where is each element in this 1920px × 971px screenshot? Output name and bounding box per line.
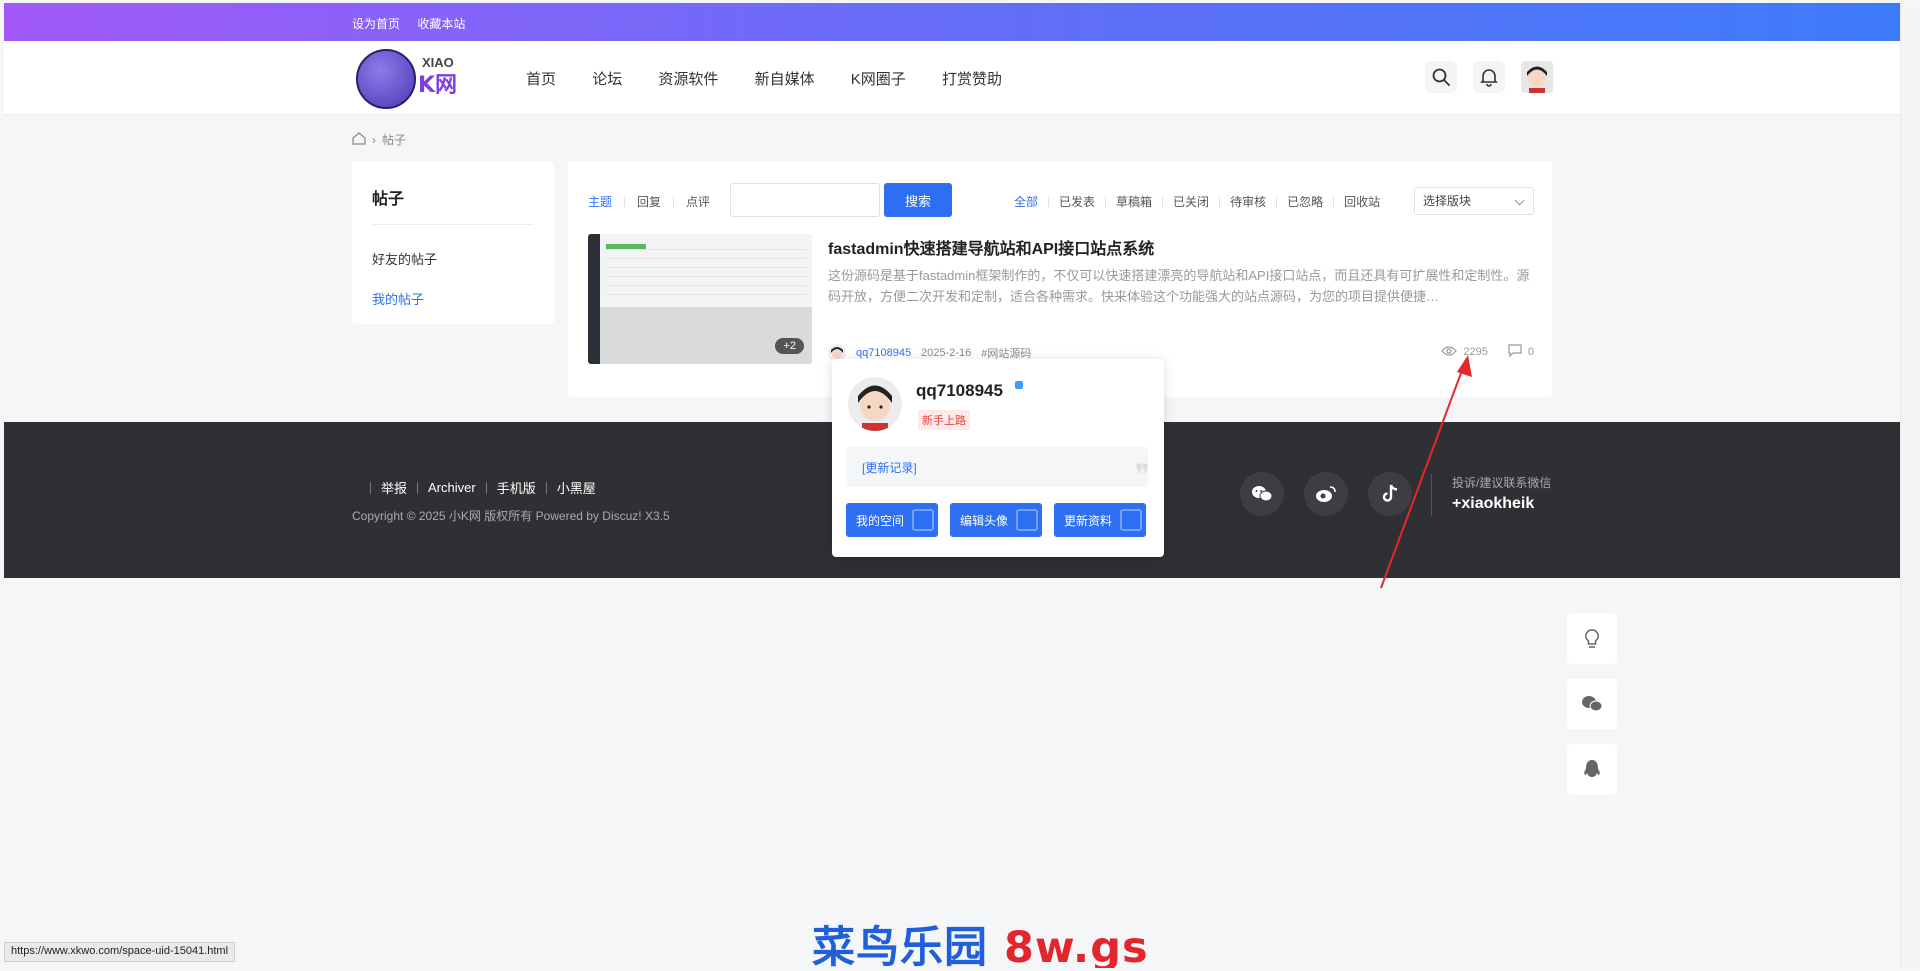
- nav-item-home[interactable]: 首页: [526, 71, 556, 88]
- footer-links: 举报 Archiver 手机版 小黑屋: [360, 478, 596, 497]
- tab-threads[interactable]: 主题: [588, 193, 612, 210]
- home-icon[interactable]: [352, 131, 366, 148]
- watermark-en: 8w.gs: [1003, 923, 1149, 968]
- watermark: 菜鸟乐园 8w.gs: [812, 913, 1149, 968]
- qq-icon[interactable]: [1567, 744, 1617, 794]
- footer-link-archiver[interactable]: Archiver: [428, 480, 476, 495]
- sidebar-divider: [372, 224, 534, 225]
- user-popup-card: qq7108945 新手上路 [更新记录] ❞ 我的空间 编辑头像 更新资料: [832, 359, 1164, 557]
- post-thumbnail[interactable]: +2: [588, 234, 812, 364]
- search-input[interactable]: [730, 183, 880, 217]
- update-profile-button[interactable]: 更新资料: [1054, 503, 1146, 537]
- tab-drafts[interactable]: 草稿箱: [1116, 193, 1152, 210]
- lightbulb-icon[interactable]: [1567, 614, 1617, 664]
- tab-closed[interactable]: 已关闭: [1173, 193, 1209, 210]
- bookmark-site-link[interactable]: 收藏本站: [417, 17, 465, 31]
- sidebar-item-my-posts[interactable]: 我的帖子: [372, 289, 424, 308]
- breadcrumb-separator: ›: [372, 132, 376, 147]
- user-avatar[interactable]: [1521, 61, 1553, 93]
- header: XIAO K网 首页 论坛 资源软件 新自媒体 K网圈子 打赏赞助: [4, 41, 1900, 115]
- weibo-icon[interactable]: [1304, 472, 1348, 516]
- nav-item-donate[interactable]: 打赏赞助: [942, 71, 1002, 88]
- footer-link-mobile[interactable]: 手机版: [497, 478, 536, 497]
- author-name[interactable]: qq7108945: [856, 347, 911, 359]
- edit-avatar-button[interactable]: 编辑头像: [950, 503, 1042, 537]
- post-description: 这份源码是基于fastadmin框架制作的，不仅可以快速搭建漂亮的导航站和API…: [828, 268, 1530, 304]
- update-profile-label: 更新资料: [1064, 513, 1113, 528]
- forum-select-label: 选择版块: [1423, 194, 1472, 208]
- top-bar: 设为首页 收藏本站: [4, 3, 1900, 41]
- logo-text: K网: [418, 73, 458, 98]
- bell-icon[interactable]: [1473, 61, 1505, 93]
- footer-link-report[interactable]: 举报: [381, 478, 407, 497]
- my-space-label: 我的空间: [856, 513, 905, 528]
- chevron-down-icon: [1514, 195, 1525, 206]
- page: 设为首页 收藏本站 XIAO K网 首页 论坛 资源软件 新自媒体 K网圈子 打…: [4, 3, 1900, 968]
- post-date: 2025-2-16: [921, 347, 972, 359]
- edit-avatar-label: 编辑头像: [960, 513, 1009, 528]
- footer-link-blackroom[interactable]: 小黑屋: [557, 478, 596, 497]
- popup-avatar[interactable]: [848, 377, 902, 431]
- popup-username[interactable]: qq7108945: [916, 381, 1003, 401]
- logo-emblem: [356, 49, 416, 109]
- nav-item-resources[interactable]: 资源软件: [658, 71, 718, 88]
- nav-item-media[interactable]: 新自媒体: [755, 71, 815, 88]
- breadcrumb-current: 帖子: [382, 133, 407, 147]
- comment-count: 0: [1527, 346, 1534, 358]
- sidebar-item-friends-posts[interactable]: 好友的帖子: [372, 249, 437, 268]
- tab-comments[interactable]: 点评: [686, 193, 710, 210]
- forum-select[interactable]: 选择版块: [1414, 187, 1534, 215]
- thumbnail-count-badge: +2: [775, 338, 804, 354]
- status-bar-url: https://www.xkwo.com/space-uid-15041.htm…: [4, 942, 236, 962]
- tab-pending[interactable]: 待审核: [1230, 193, 1266, 210]
- site-logo[interactable]: XIAO K网: [356, 49, 476, 109]
- nav-item-forum[interactable]: 论坛: [592, 71, 622, 88]
- wechat-icon[interactable]: [1240, 472, 1284, 516]
- nav-item-circle[interactable]: K网圈子: [851, 71, 906, 88]
- tab-replies[interactable]: 回复: [637, 193, 661, 210]
- search-icon[interactable]: [1425, 61, 1457, 93]
- scrollbar[interactable]: [1900, 3, 1920, 968]
- tab-all[interactable]: 全部: [1014, 193, 1038, 210]
- tab-published[interactable]: 已发表: [1059, 193, 1095, 210]
- main-nav: 首页 论坛 资源软件 新自媒体 K网圈子 打赏赞助: [526, 68, 1034, 89]
- comment-icon: [1508, 344, 1522, 360]
- tab-ignored[interactable]: 已忽略: [1287, 193, 1323, 210]
- status-tabs: 全部 已发表 草稿箱 已关闭 待审核 已忽略 回收站: [1014, 193, 1380, 210]
- sidebar: 帖子 好友的帖子 我的帖子: [352, 161, 554, 324]
- post-title[interactable]: fastadmin快速搭建导航站和API接口站点系统: [828, 235, 1154, 259]
- set-homepage-link[interactable]: 设为首页: [352, 17, 400, 31]
- annotation-arrow-icon: [1380, 355, 1472, 589]
- quote-icon: ❞: [1134, 458, 1150, 491]
- user-level-badge: 新手上路: [918, 410, 970, 430]
- logo-small-text: XIAO: [422, 55, 454, 70]
- copyright: Copyright © 2025 小K网 版权所有 Powered by Dis…: [352, 509, 670, 523]
- sidebar-title: 帖子: [372, 191, 405, 208]
- breadcrumb: › 帖子: [352, 131, 406, 148]
- update-record-link[interactable]: [更新记录]: [846, 447, 1148, 487]
- wechat-float-icon[interactable]: [1567, 679, 1617, 729]
- tab-recycle[interactable]: 回收站: [1344, 193, 1380, 210]
- watermark-cn: 菜鸟乐园: [812, 923, 988, 968]
- type-tabs: 主题 回复 点评: [588, 193, 710, 210]
- search-button[interactable]: 搜索: [884, 183, 952, 217]
- my-space-button[interactable]: 我的空间: [846, 503, 938, 537]
- verified-icon: [1015, 381, 1023, 389]
